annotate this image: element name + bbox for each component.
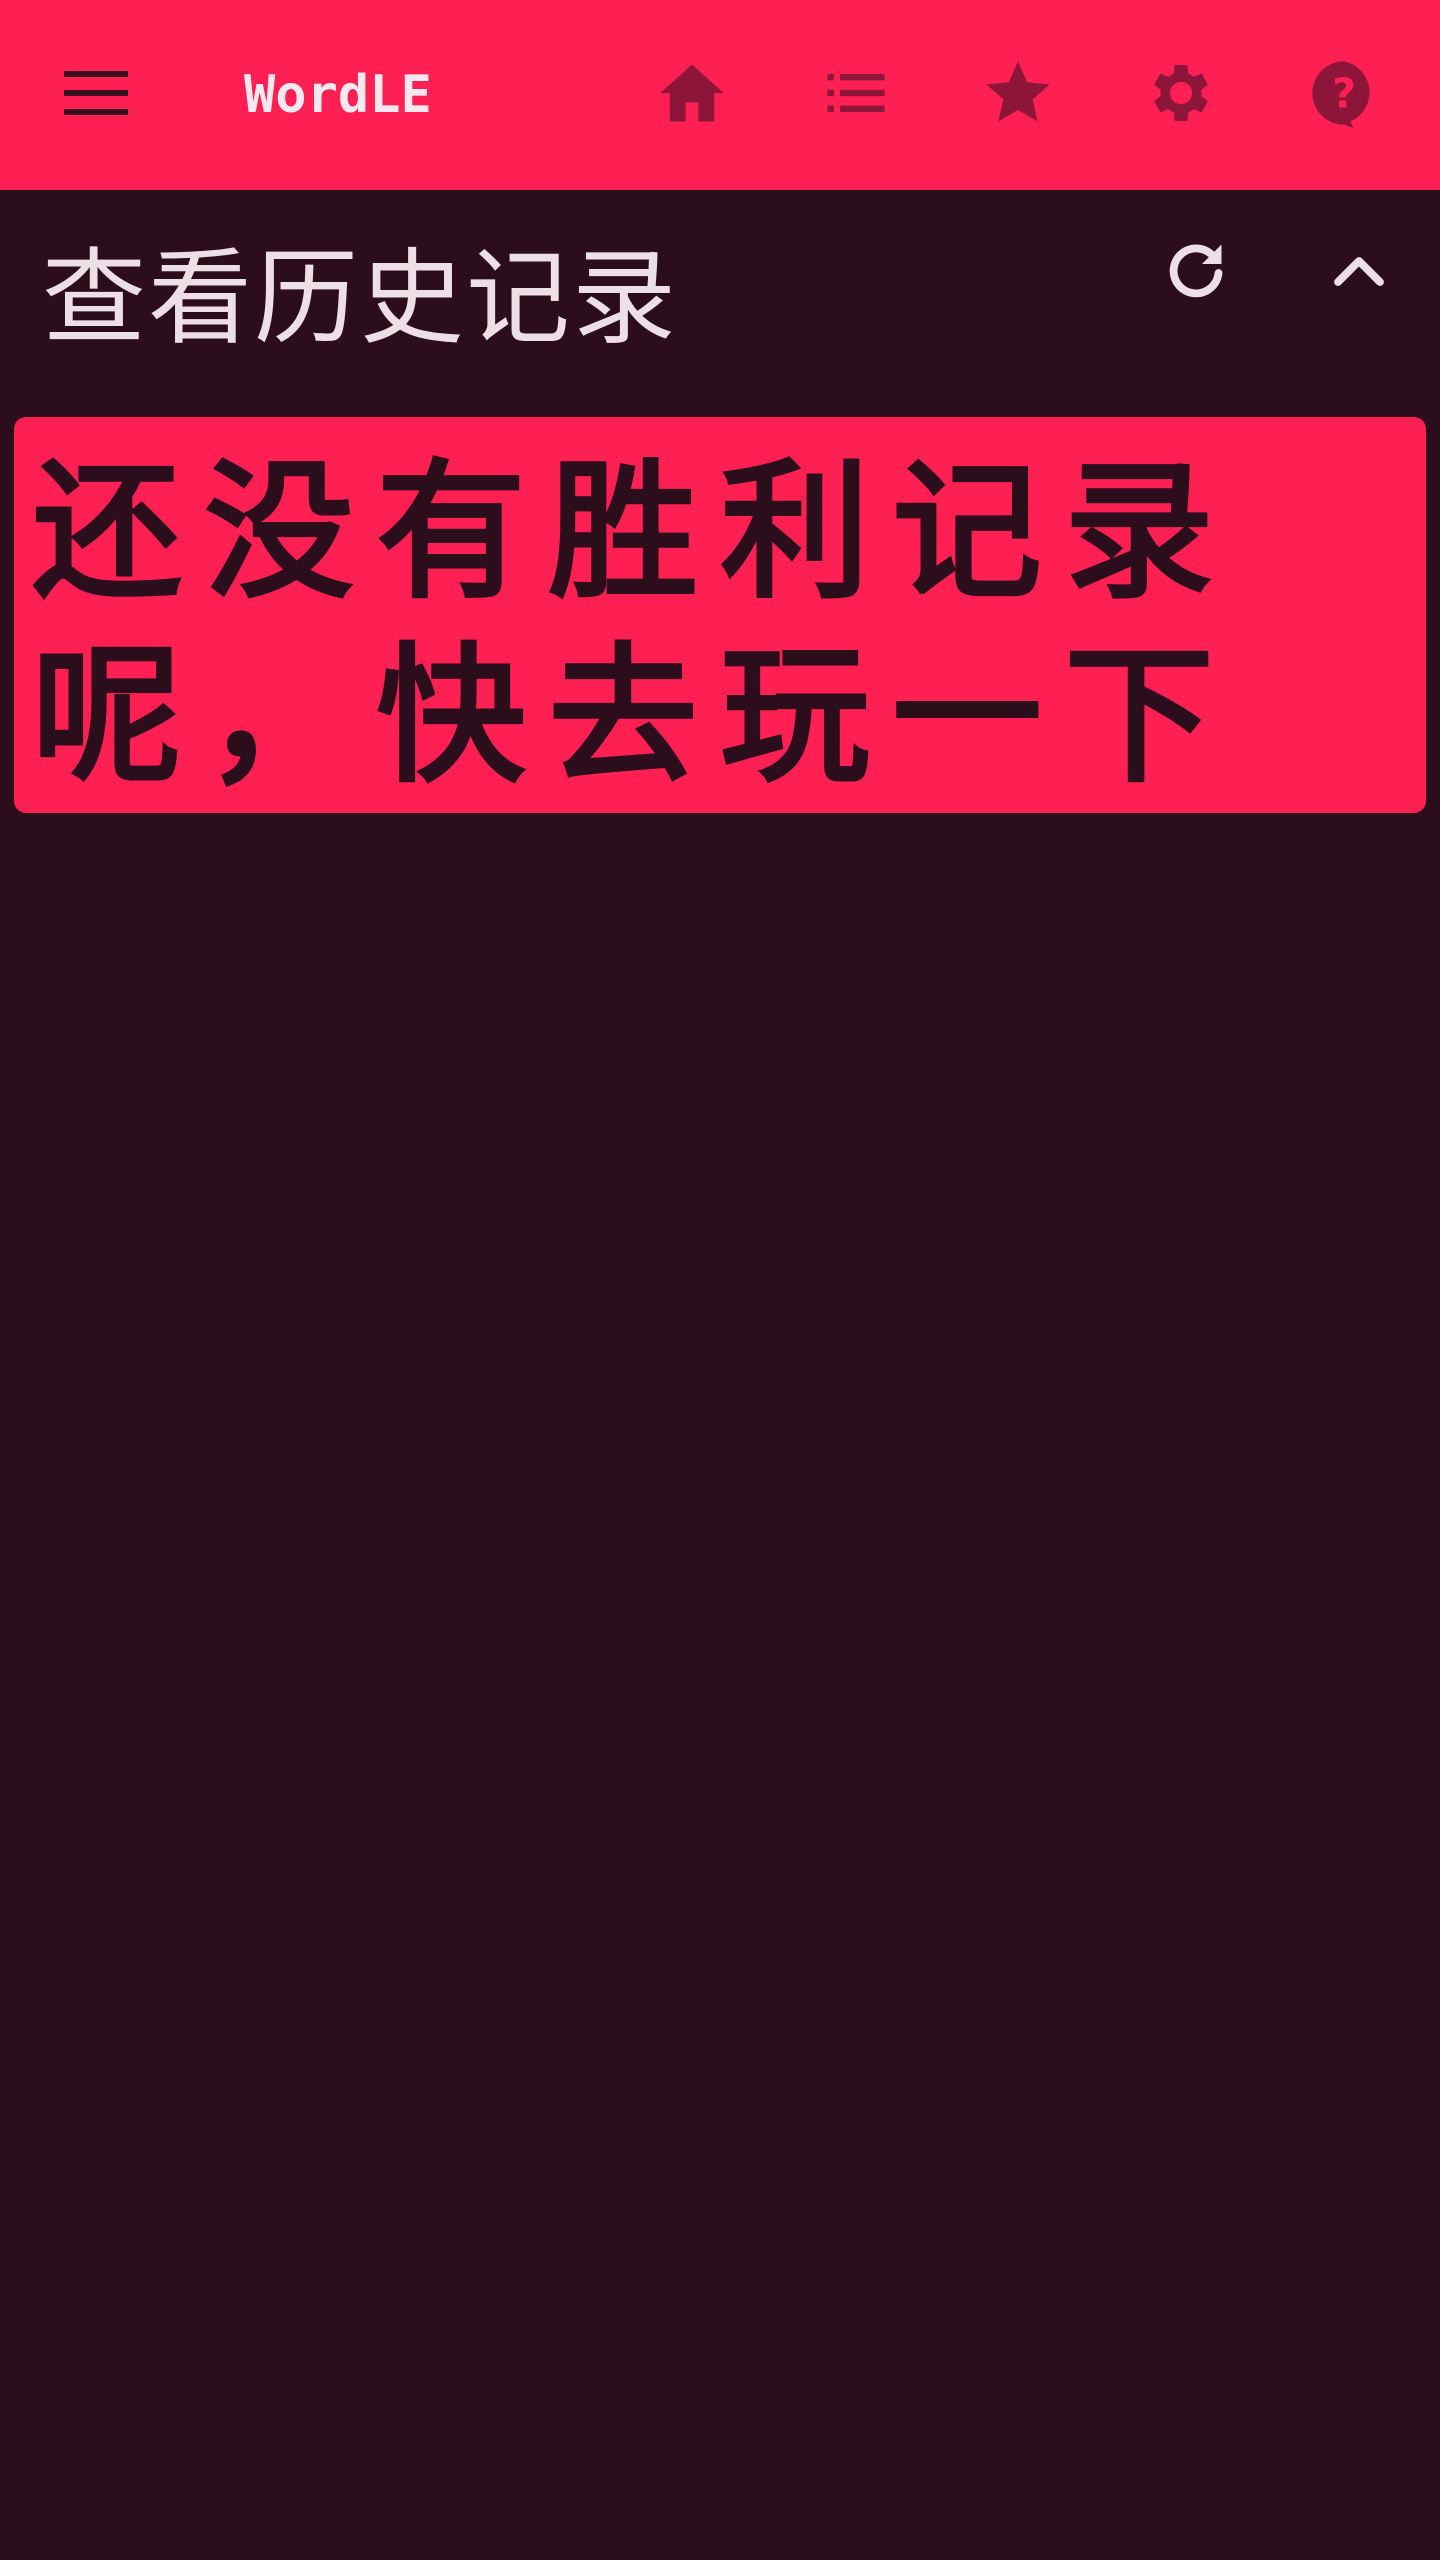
- refresh-icon: [1169, 244, 1223, 298]
- chevron-up-icon: [1334, 257, 1384, 286]
- refresh-button[interactable]: [1146, 220, 1246, 320]
- history-header: 查看历史记录: [0, 190, 1440, 400]
- empty-history-card: 还没有胜利记录呢，快去玩一下吧！: [14, 417, 1426, 813]
- svg-text:?: ?: [1332, 69, 1356, 117]
- gear-icon: [1154, 65, 1208, 121]
- list-button[interactable]: [808, 45, 904, 141]
- settings-button[interactable]: [1133, 45, 1229, 141]
- list-icon: [827, 74, 885, 112]
- hamburger-menu-icon: [64, 71, 128, 115]
- app-bar: WordLE ?: [0, 0, 1440, 190]
- empty-history-message: 还没有胜利记录呢，快去玩一下吧！: [32, 446, 1237, 804]
- help-icon: ?: [1312, 61, 1370, 128]
- app-title: WordLE: [244, 65, 432, 125]
- star-icon: [986, 61, 1050, 122]
- favorites-button[interactable]: [970, 45, 1066, 141]
- page-title: 查看历史记录: [42, 237, 679, 359]
- home-icon: [660, 64, 724, 122]
- collapse-button[interactable]: [1309, 220, 1409, 320]
- menu-button[interactable]: [48, 45, 144, 141]
- home-button[interactable]: [644, 45, 740, 141]
- help-button[interactable]: ?: [1296, 45, 1392, 141]
